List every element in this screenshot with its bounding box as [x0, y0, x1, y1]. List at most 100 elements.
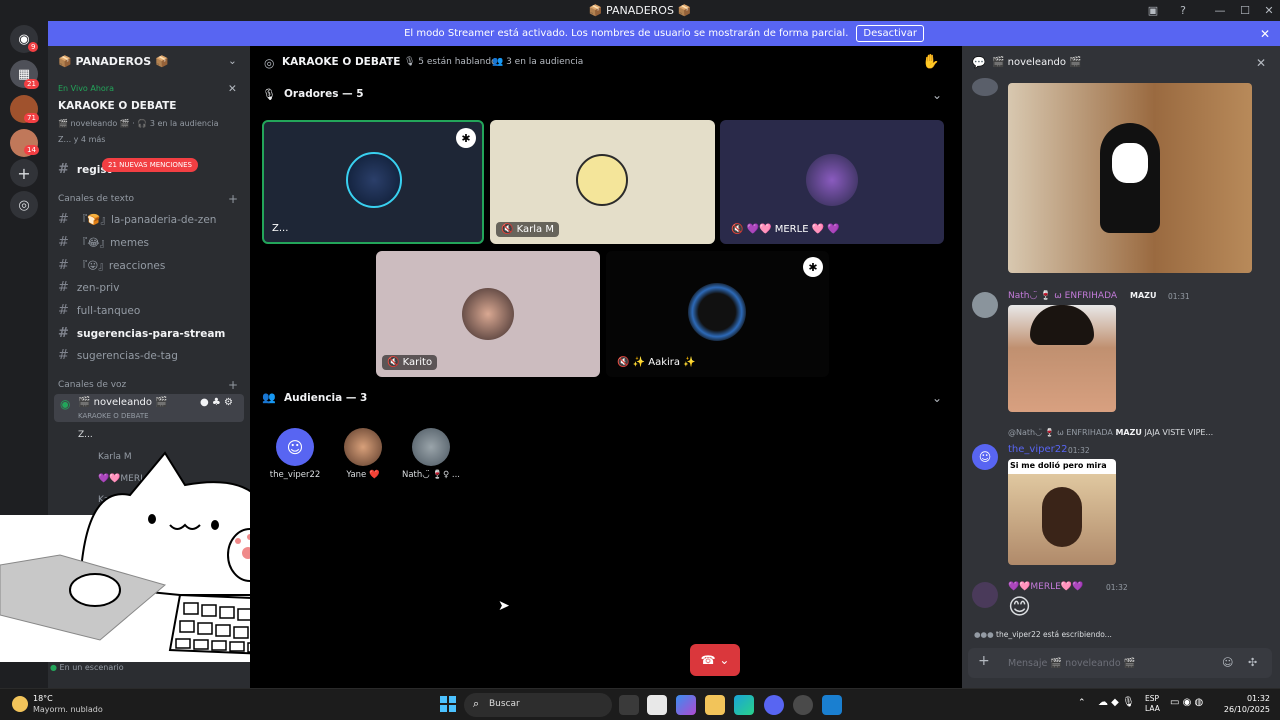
- channel-item[interactable]: # 『😂』memes: [58, 235, 149, 250]
- clock-time[interactable]: 01:32: [1222, 694, 1270, 703]
- streamer-mode-banner: El modo Streamer está activado. Los nomb…: [48, 21, 1280, 46]
- weather-temp: 18°C: [33, 694, 53, 703]
- channel-item[interactable]: # sugerencias-para-stream: [58, 326, 225, 341]
- text-channels-header[interactable]: Canales de texto: [58, 194, 134, 204]
- emoji-icon[interactable]: ☺: [1222, 656, 1233, 669]
- chat-panel: 💬 🎬 noveleando 🎬 ✕ Nath◡̈ 🍷 ⍵ ENFRIHADA …: [962, 46, 1280, 688]
- help-icon[interactable]: ?: [1170, 0, 1196, 21]
- avatar[interactable]: [344, 428, 382, 466]
- gif-image[interactable]: [1008, 83, 1252, 273]
- avatar: [972, 78, 998, 96]
- speaker-tile[interactable]: ✱ Z...: [262, 120, 484, 244]
- add-server-icon[interactable]: +: [10, 159, 38, 187]
- app-icon[interactable]: [822, 695, 842, 715]
- file-explorer-icon[interactable]: [705, 695, 725, 715]
- speaker-name: 🔇 ✨ Aakira ✨: [617, 357, 696, 368]
- network-icon[interactable]: ▭ ◉ ◍: [1170, 697, 1203, 708]
- obs-icon[interactable]: [793, 695, 813, 715]
- stage-icon: ◎: [264, 56, 275, 70]
- settings-icon[interactable]: ● ♣ ⚙: [200, 397, 233, 408]
- store-icon[interactable]: [647, 695, 667, 715]
- mic-icon: 🎙: [262, 88, 276, 101]
- audience-icon: 👥: [262, 391, 276, 404]
- channel-item[interactable]: # zen-priv: [58, 280, 119, 295]
- voice-channels-header[interactable]: Canales de voz: [58, 380, 126, 390]
- maximize-button[interactable]: ☐: [1232, 0, 1258, 21]
- voice-channel-name: 🎬 noveleando 🎬: [78, 397, 168, 408]
- close-chat-icon[interactable]: ✕: [1256, 56, 1266, 70]
- avatar: [576, 154, 628, 206]
- attach-icon[interactable]: +: [978, 653, 990, 669]
- channel-item[interactable]: # full-tanqueo: [58, 303, 140, 318]
- add-channel-icon[interactable]: +: [228, 192, 238, 206]
- speaker-tile[interactable]: 🔇 💜🩷 MERLE 🩷 💜: [720, 120, 944, 244]
- message-input[interactable]: Mensaje 🎬 noveleando 🎬: [1008, 658, 1136, 669]
- avatar[interactable]: ☺: [276, 428, 314, 466]
- avatar: ☺: [972, 444, 998, 470]
- message-time: 01:32: [1106, 583, 1128, 592]
- message-author[interactable]: Nath◡̈ 🍷 ⍵ ENFRIHADA: [1008, 291, 1117, 301]
- weather-icon[interactable]: [12, 696, 28, 712]
- minimize-button[interactable]: —: [1207, 0, 1233, 21]
- taskbar-search[interactable]: [464, 693, 612, 717]
- add-voice-channel-icon[interactable]: +: [228, 378, 238, 392]
- message-author[interactable]: 💜🩷MERLE🩷💜: [1008, 582, 1083, 592]
- audience-count: 👥 3 en la audiencia: [492, 57, 584, 67]
- speaker-tile[interactable]: 🔇 Karla M: [490, 120, 715, 244]
- avatar: [346, 152, 402, 208]
- home-badge: 9: [28, 42, 39, 52]
- avatar: [462, 288, 514, 340]
- close-banner-icon[interactable]: ✕: [1260, 27, 1270, 41]
- deactivate-button[interactable]: Desactivar: [856, 25, 924, 42]
- server-badge: 21: [24, 79, 39, 89]
- meme-image[interactable]: Si me dolió pero mira: [1008, 459, 1116, 565]
- speaker-name: 🔇 Karito: [382, 355, 438, 370]
- close-icon[interactable]: ✕: [228, 83, 237, 95]
- weather-desc: Mayorm. nublado: [33, 705, 103, 714]
- edge-icon[interactable]: [734, 695, 754, 715]
- audience-name: Nath◡̈ 🍷♀ ...: [401, 470, 461, 480]
- language-code[interactable]: ESP: [1145, 694, 1159, 703]
- close-window-button[interactable]: ✕: [1256, 0, 1280, 21]
- language-region[interactable]: LAA: [1145, 704, 1160, 713]
- search-placeholder: Buscar: [489, 699, 520, 709]
- mentions-badge[interactable]: 21 NUEVAS MENCIONES: [102, 158, 198, 172]
- voice-footer: ● En un escenario: [50, 663, 124, 672]
- inbox-icon[interactable]: ▣: [1140, 0, 1166, 21]
- message-author[interactable]: the_viper22: [1008, 444, 1067, 455]
- chevron-down-icon[interactable]: ⌄: [932, 88, 942, 102]
- speaker-tile[interactable]: ✱ 🔇 ✨ Aakira ✨: [606, 251, 829, 377]
- stage-title: KARAOKE O DEBATE: [282, 56, 401, 68]
- speaking-count: 🎙 5 están hablando: [404, 57, 497, 67]
- tray-icons[interactable]: ☁ ◆ 🎙: [1098, 697, 1135, 708]
- explore-icon[interactable]: ◎: [10, 191, 38, 219]
- message-time: 01:31: [1168, 292, 1190, 301]
- channel-item[interactable]: # 『😛』reacciones: [58, 258, 165, 273]
- clock-date[interactable]: 26/10/2025: [1212, 705, 1270, 714]
- chevron-down-icon[interactable]: ⌄: [228, 55, 237, 67]
- audience-name: Yane ❤️: [346, 470, 380, 480]
- live-title[interactable]: KARAOKE O DEBATE: [58, 100, 176, 112]
- reply-reference[interactable]: @Nath◡̈ 🍷 ⍵ ENFRIHADA MAZU JAJA VISTE VI…: [1008, 428, 1213, 437]
- chevron-down-icon[interactable]: ⌄: [932, 391, 942, 405]
- window-title-bar: 📦 PANADEROS 📦 ▣ ? — ☐ ✕: [0, 0, 1280, 21]
- channel-item[interactable]: # 『🍞』la-panaderia-de-zen: [58, 212, 216, 227]
- audience-header: Audiencia — 3: [284, 392, 368, 404]
- apps-icon[interactable]: ✣: [1248, 656, 1257, 669]
- avatar[interactable]: [412, 428, 450, 466]
- windows-start-icon[interactable]: [440, 696, 456, 712]
- speakers-header: Oradores — 5: [284, 88, 364, 100]
- channel-item[interactable]: # sugerencias-de-tag: [58, 348, 178, 363]
- voice-member[interactable]: Z...: [78, 430, 93, 440]
- task-view-icon[interactable]: [619, 695, 639, 715]
- windows-taskbar: 18°C Mayorm. nublado ⌕ Buscar ⌃ ☁ ◆ 🎙 ES…: [0, 688, 1280, 720]
- stage-panel: ◎ KARAOKE O DEBATE • 🎙 5 están hablando …: [250, 46, 955, 715]
- photo-image[interactable]: [1008, 305, 1116, 412]
- discord-taskbar-icon[interactable]: [764, 695, 784, 715]
- leave-stage-button[interactable]: ☎ ⌄: [690, 644, 740, 676]
- raise-hand-icon[interactable]: ✋: [922, 54, 939, 70]
- copilot-icon[interactable]: [676, 695, 696, 715]
- server-name[interactable]: 📦 PANADEROS 📦: [58, 55, 169, 68]
- speaker-tile[interactable]: 🔇 Karito: [376, 251, 600, 377]
- chevron-up-icon[interactable]: ⌃: [1078, 698, 1086, 708]
